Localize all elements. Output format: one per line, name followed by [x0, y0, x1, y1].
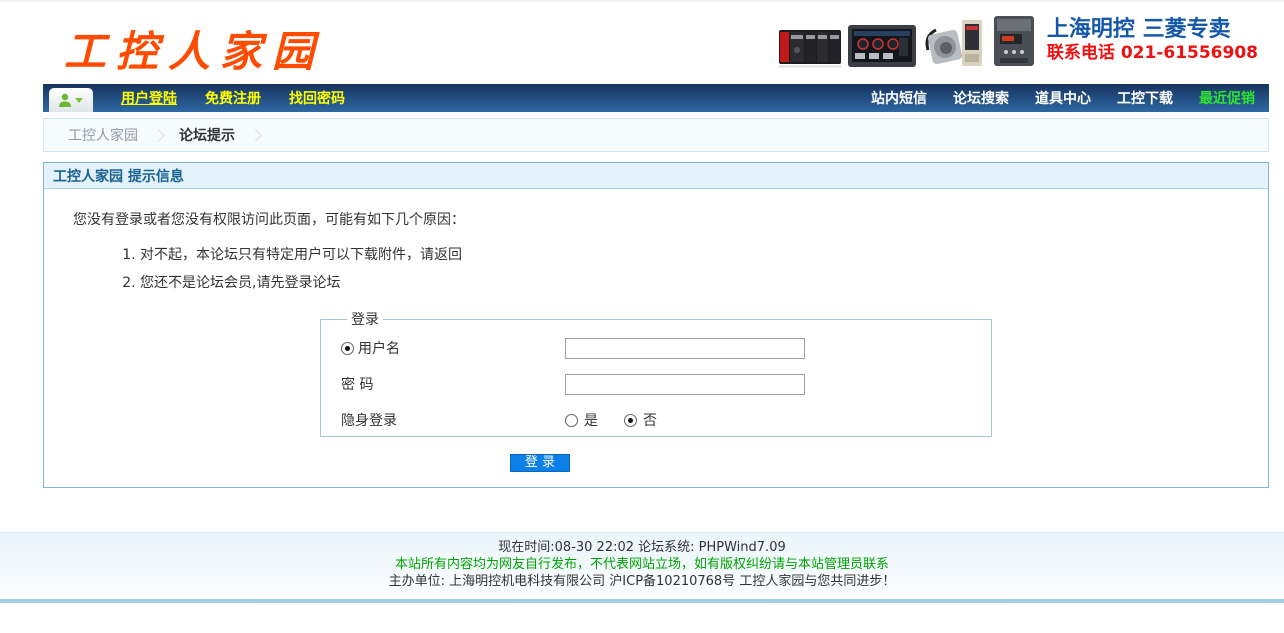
- username-row: 用户名: [341, 331, 991, 365]
- notice-reason-item: 您还不是论坛会员,请先登录论坛: [140, 273, 1268, 294]
- brand-phone: 联系电话 021-61556908: [1047, 43, 1258, 64]
- footer-disclaimer: 本站所有内容均为网友自行发布，不代表网站立场，如有版权纠纷请与本站管理员联系: [0, 556, 1284, 573]
- page-footer: 现在时间:08-30 22:02 论坛系统: PHPWind7.09 本站所有内…: [0, 532, 1284, 603]
- inverter-drive-image: [991, 14, 1037, 70]
- login-form-legend: 登录: [347, 309, 383, 329]
- notice-box-header: 工控人家园 提示信息: [44, 163, 1268, 189]
- login-form: 登录 用户名 密 码 隐身登录 是: [320, 309, 992, 437]
- breadcrumb-chevron-icon: [152, 129, 165, 142]
- hmi-panel-image: [847, 24, 917, 70]
- username-input[interactable]: [565, 338, 805, 359]
- nav-forum-search-link[interactable]: 论坛搜索: [953, 88, 1009, 108]
- chevron-down-icon: [74, 97, 84, 104]
- user-icon: [58, 93, 72, 108]
- username-radio[interactable]: [341, 342, 354, 355]
- nav-promotions-link[interactable]: 最近促销: [1199, 88, 1255, 108]
- header-ad-banner: 上海明控 三菱专卖 联系电话 021-61556908: [778, 10, 1258, 70]
- login-submit-button[interactable]: 登 录: [510, 454, 570, 472]
- site-header: 工控人家园: [0, 2, 1284, 84]
- brand-title: 上海明控 三菱专卖: [1047, 16, 1258, 44]
- notice-intro: 您没有登录或者您没有权限访问此页面，可能有如下几个原因：: [73, 209, 1268, 229]
- stealth-no-radio[interactable]: [624, 414, 637, 427]
- password-row: 密 码: [341, 367, 991, 401]
- notice-title: 工控人家园 提示信息: [53, 166, 184, 186]
- username-label: 用户名: [358, 338, 400, 358]
- site-logo[interactable]: 工控人家园: [64, 18, 324, 79]
- notice-reason-item: 对不起，本论坛只有特定用户可以下载附件，请返回: [140, 245, 1268, 266]
- breadcrumb: 工控人家园 论坛提示: [43, 118, 1269, 152]
- password-input[interactable]: [565, 374, 805, 395]
- breadcrumb-chevron-icon: [249, 129, 262, 142]
- nav-messages-link[interactable]: 站内短信: [871, 88, 927, 108]
- nav-props-center-link[interactable]: 道具中心: [1035, 88, 1091, 108]
- plc-rack-image: [778, 24, 842, 70]
- nav-right-links: 站内短信 论坛搜索 道具中心 工控下载 最近促销: [871, 88, 1255, 108]
- nav-user-login-link[interactable]: 用户登陆: [121, 88, 177, 108]
- password-label: 密 码: [341, 374, 373, 394]
- notice-reason-list: 对不起，本论坛只有特定用户可以下载附件，请返回 您还不是论坛会员,请先登录论坛: [140, 245, 1268, 294]
- product-photo-strip: [778, 10, 1037, 70]
- nav-downloads-link[interactable]: 工控下载: [1117, 88, 1173, 108]
- user-menu-tab[interactable]: [49, 88, 93, 112]
- nav-recover-password-link[interactable]: 找回密码: [289, 88, 345, 108]
- stealth-yes-radio[interactable]: [565, 414, 578, 427]
- breadcrumb-home[interactable]: 工控人家园: [68, 125, 138, 145]
- brand-text-block: 上海明控 三菱专卖 联系电话 021-61556908: [1047, 16, 1258, 65]
- footer-time-system: 现在时间:08-30 22:02 论坛系统: PHPWind7.09: [0, 539, 1284, 556]
- main-navbar: 用户登陆 免费注册 找回密码 站内短信 论坛搜索 道具中心 工控下载 最近促销: [43, 84, 1269, 112]
- servo-motor-image: [922, 16, 986, 70]
- stealth-login-row: 隐身登录 是 否: [341, 403, 991, 437]
- nav-register-link[interactable]: 免费注册: [205, 88, 261, 108]
- nav-left-links: 用户登陆 免费注册 找回密码: [121, 88, 345, 108]
- notice-box: 工控人家园 提示信息 您没有登录或者您没有权限访问此页面，可能有如下几个原因： …: [43, 162, 1269, 488]
- stealth-login-label: 隐身登录: [341, 410, 397, 430]
- submit-row: 登 录: [44, 451, 1036, 472]
- stealth-yes-label: 是: [584, 410, 598, 430]
- breadcrumb-current: 论坛提示: [179, 125, 235, 145]
- stealth-no-label: 否: [643, 410, 657, 430]
- footer-organizer-icp: 主办单位: 上海明控机电科技有限公司 沪ICP备10210768号 工控人家园与…: [0, 573, 1284, 590]
